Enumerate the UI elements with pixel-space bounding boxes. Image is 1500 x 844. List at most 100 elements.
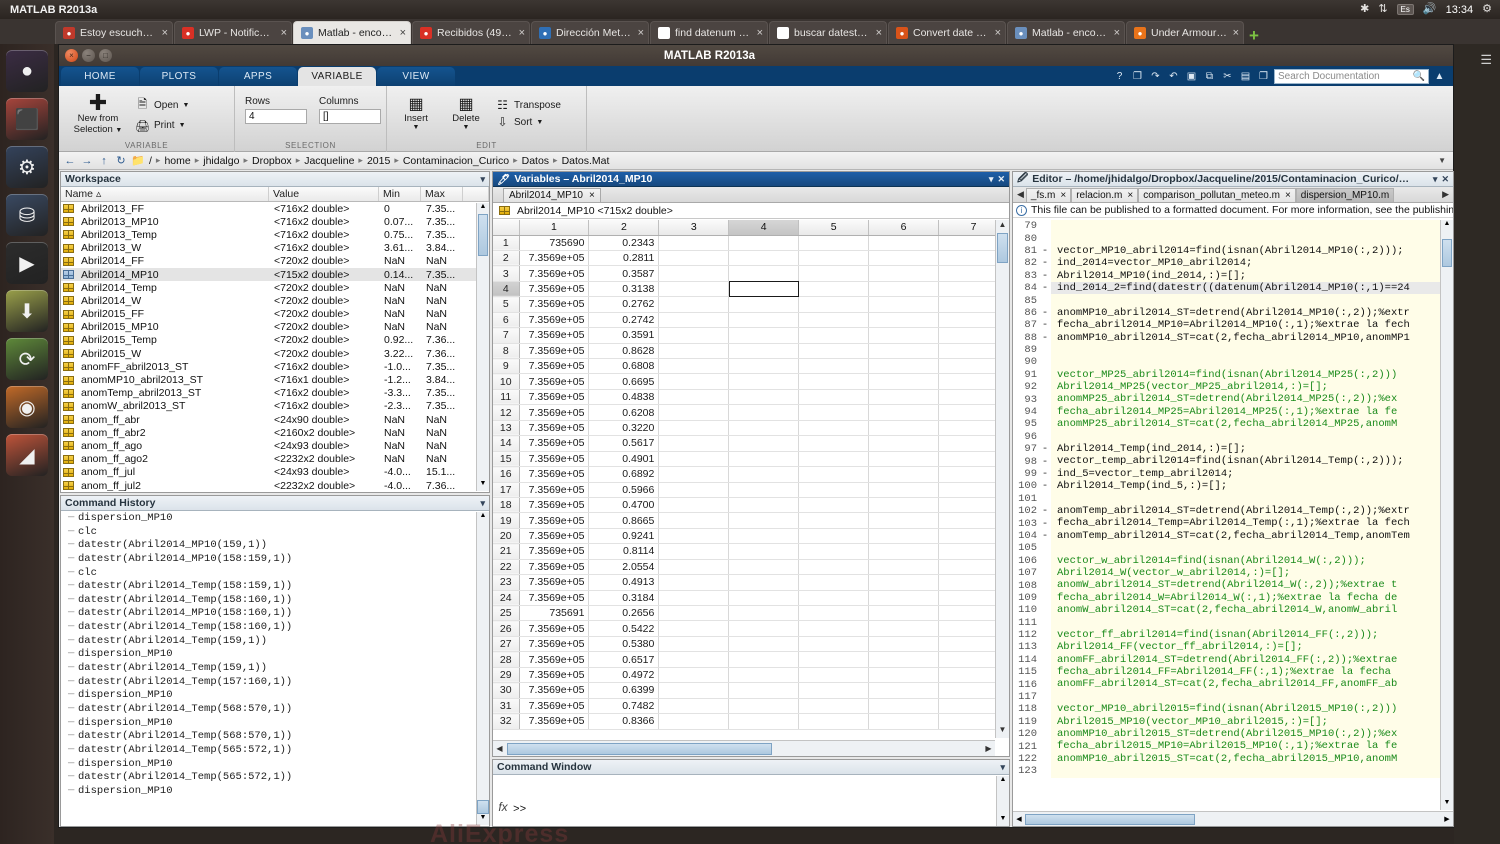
variables-cell[interactable] [868, 620, 940, 637]
search-documentation-input[interactable]: Search Documentation 🔍 [1274, 68, 1429, 84]
variables-row-header[interactable]: 14 [493, 435, 520, 452]
variables-column-header-6[interactable]: 6 [868, 220, 940, 236]
workspace-column-min[interactable]: Min [379, 187, 421, 201]
workspace-row[interactable]: anomMP10_abril2013_ST <716x1 double> -1.2.… [61, 373, 489, 386]
variables-cell[interactable] [728, 620, 800, 637]
variables-cell[interactable] [798, 605, 870, 622]
editor-source-text[interactable]: anomW_abril2014_ST=cat(2,fecha_abril2014… [1051, 604, 1453, 617]
variables-cell[interactable] [868, 250, 940, 267]
variables-cell[interactable] [658, 559, 730, 576]
cut-icon[interactable]: ✂ [1220, 69, 1235, 84]
editor-source-text[interactable]: vector_MP10_abril2015=find(isnan(Abril20… [1051, 703, 1453, 716]
browse-folder-icon[interactable]: ❐ [1130, 69, 1145, 84]
browser-tab-close-icon[interactable]: × [281, 27, 287, 39]
browser-tab-close-icon[interactable]: × [400, 27, 406, 39]
variables-cell[interactable] [868, 698, 940, 715]
variables-cell[interactable]: 7.3569e+05 [519, 512, 590, 529]
editor-source-text[interactable] [1051, 616, 1453, 629]
variables-row-header[interactable]: 2 [493, 250, 520, 267]
variables-cell[interactable] [728, 713, 800, 730]
variables-table-row[interactable]: 10 7.3569e+05 0.6695 [493, 373, 1009, 390]
variables-cell[interactable] [798, 482, 870, 498]
variables-cell[interactable] [868, 435, 940, 452]
editor-code-area[interactable]: 79 80 81- vector_MP10_abril2014=find(isnan(… [1013, 220, 1453, 810]
editor-source-text[interactable]: anomMP10_abril2014_ST=cat(2,fecha_abril2… [1051, 331, 1453, 344]
editor-source-text[interactable] [1051, 765, 1453, 778]
variables-table-row[interactable]: 31 7.3569e+05 0.7482 [493, 698, 1009, 715]
matlab-icon[interactable]: ◢ [6, 434, 48, 476]
command-history-item[interactable]: datestr(Abril2014_Temp(568:570,1)) [62, 730, 475, 744]
variables-cell[interactable] [658, 404, 730, 421]
variables-table-row[interactable]: 21 7.3569e+05 0.8114 [493, 543, 1009, 560]
editor-source-text[interactable]: anomFF_abril2014_ST=cat(2,fecha_abril201… [1051, 678, 1453, 691]
variables-cell[interactable] [728, 358, 800, 375]
variables-cell[interactable] [658, 435, 730, 452]
variables-cell[interactable] [798, 543, 870, 560]
clock[interactable]: 13:34 [1446, 4, 1474, 16]
variables-cell[interactable]: 0.3138 [588, 281, 660, 298]
variables-row-header[interactable]: 13 [493, 420, 520, 437]
variables-cell[interactable] [798, 667, 870, 684]
breadcrumb-item-1[interactable]: jhidalgo [202, 155, 240, 167]
editor-source-text[interactable]: anomFF_abril2014_ST=detrend(Abril2014_FF… [1051, 653, 1453, 667]
editor-source-text[interactable]: anomMP10_abril2015_ST=cat(2,fecha_abril2… [1051, 752, 1453, 766]
variables-cell[interactable] [658, 512, 730, 529]
ribbon-tab-apps[interactable]: APPS [219, 67, 297, 86]
delete-button[interactable]: ▦ Delete ▼ [445, 96, 487, 131]
editor-source-text[interactable]: fecha_abril2015_MP10=Abril2015_MP10(:,1)… [1051, 740, 1453, 753]
variables-table-row[interactable]: 20 7.3569e+05 0.9241 [493, 528, 1009, 545]
window-menu-icon[interactable]: ☰ [1480, 52, 1492, 68]
variables-table-row[interactable]: 2 7.3569e+05 0.2811 [493, 250, 1009, 267]
variables-cell[interactable] [798, 327, 870, 344]
variables-row-header[interactable]: 5 [493, 296, 520, 313]
refresh-icon[interactable]: ↻ [114, 154, 128, 167]
variables-cell[interactable] [728, 667, 800, 684]
browser-tab-2[interactable]: ● Matlab - encont... × [293, 21, 411, 44]
variables-cell[interactable] [728, 373, 800, 390]
variables-cell[interactable]: 0.2762 [588, 296, 660, 313]
variables-table-row[interactable]: 13 7.3569e+05 0.3220 [493, 420, 1009, 437]
help-icon[interactable]: ? [1112, 69, 1127, 84]
variables-cell[interactable] [728, 682, 800, 699]
variables-row-header[interactable]: 23 [493, 574, 520, 591]
variables-cell[interactable]: 7.3569e+05 [519, 667, 590, 684]
breadcrumb-item-6[interactable]: Datos [521, 155, 550, 167]
workspace-row[interactable]: Abril2013_Temp <716x2 double> 0.75... 7.35.… [61, 228, 489, 241]
variables-row-header[interactable]: 27 [493, 636, 520, 653]
variables-row-header[interactable]: 12 [493, 404, 520, 421]
variables-cell[interactable] [798, 373, 870, 390]
editor-tab-close-icon[interactable]: × [1285, 189, 1291, 202]
variables-cell[interactable] [728, 574, 800, 591]
variables-cell[interactable] [798, 281, 870, 298]
variables-cell[interactable] [658, 620, 730, 637]
variables-table-row[interactable]: 27 7.3569e+05 0.5380 [493, 636, 1009, 653]
variables-cell[interactable] [658, 543, 730, 560]
variables-cell[interactable]: 0.5617 [588, 435, 660, 452]
editor-source-text[interactable]: anomTemp_abril2014_ST=cat(2,fecha_abril2… [1051, 529, 1453, 543]
new-script-icon[interactable]: ❐ [1256, 69, 1271, 84]
variables-cell[interactable] [868, 590, 940, 607]
variables-cell[interactable] [728, 435, 800, 452]
variables-cell[interactable] [798, 296, 870, 313]
workspace-row[interactable]: Abril2014_FF <720x2 double> NaN NaN [61, 255, 489, 268]
new-tab-button[interactable]: + [1249, 27, 1259, 44]
variables-cell[interactable] [798, 435, 870, 452]
browser-tab-0[interactable]: ● Estoy escuchan... × [55, 21, 173, 44]
variables-cell[interactable]: 0.5966 [588, 482, 660, 498]
variables-cell[interactable]: 0.2742 [588, 312, 660, 329]
variables-table-row[interactable]: 22 7.3569e+05 2.0554 [493, 559, 1009, 576]
variables-cell[interactable] [868, 265, 940, 282]
browser-tab-9[interactable]: ● Under Armour ... × [1126, 21, 1244, 44]
command-history-item[interactable]: clc [62, 567, 475, 581]
usb-drive-icon[interactable]: ⛁ [6, 194, 48, 236]
variables-cell[interactable] [868, 482, 940, 498]
ubuntu-dash-icon[interactable]: ● [6, 50, 48, 92]
variables-cell[interactable] [798, 559, 870, 576]
back-icon[interactable]: ← [63, 155, 77, 167]
variables-cell[interactable] [868, 574, 940, 591]
variables-row-header[interactable]: 19 [493, 512, 520, 529]
workspace-row[interactable]: Abril2014_MP10 <715x2 double> 0.14... 7.35.… [61, 267, 489, 282]
variables-cell[interactable] [658, 265, 730, 282]
variables-cell[interactable] [658, 466, 730, 483]
variables-cell[interactable] [868, 296, 940, 313]
